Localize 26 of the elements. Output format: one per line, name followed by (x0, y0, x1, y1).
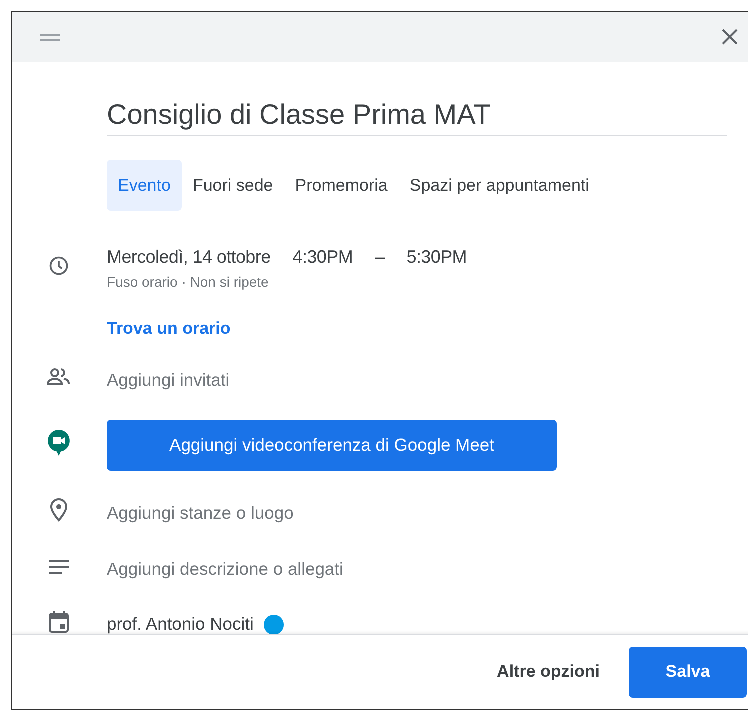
clock-icon (48, 255, 70, 277)
add-description-field[interactable]: Aggiungi descrizione o allegati (107, 558, 748, 580)
tab[interactable]: Fuori sede (182, 160, 284, 211)
end-time[interactable]: 5:30PM (406, 246, 467, 268)
tab[interactable]: Promemoria (284, 160, 399, 211)
save-button[interactable]: Salva (629, 646, 747, 698)
add-guests-field[interactable]: Aggiungi invitati (107, 368, 748, 390)
text-lines-icon (48, 560, 68, 574)
add-location-field[interactable]: Aggiungi stanze o luogo (107, 502, 748, 524)
more-options-button[interactable]: Altre opzioni (479, 646, 618, 698)
event-title-field[interactable]: Consiglio di Classe Prima MAT (107, 98, 727, 136)
location-pin-icon (50, 498, 68, 522)
people-icon (46, 367, 72, 387)
drag-handle-icon[interactable] (40, 34, 60, 40)
add-video-conference-button[interactable]: Aggiungi videoconferenza di Google Meet (107, 420, 557, 471)
tab[interactable]: Spazi per appuntamenti (398, 160, 600, 211)
find-time-link[interactable]: Trova un orario (107, 319, 231, 339)
event-date[interactable]: Mercoledì, 14 ottobre (107, 246, 271, 268)
tab[interactable]: Evento (107, 160, 182, 211)
close-icon[interactable] (721, 28, 739, 46)
time-separator: – (375, 246, 385, 268)
start-time[interactable]: 4:30PM (292, 246, 354, 268)
calendar-icon (48, 611, 68, 633)
video-chat-icon (46, 429, 70, 457)
calendar-owner[interactable]: prof. Antonio Nociti (107, 614, 254, 634)
timezone-repeat-text[interactable]: Fuso orario · Non si ripete (107, 274, 748, 291)
